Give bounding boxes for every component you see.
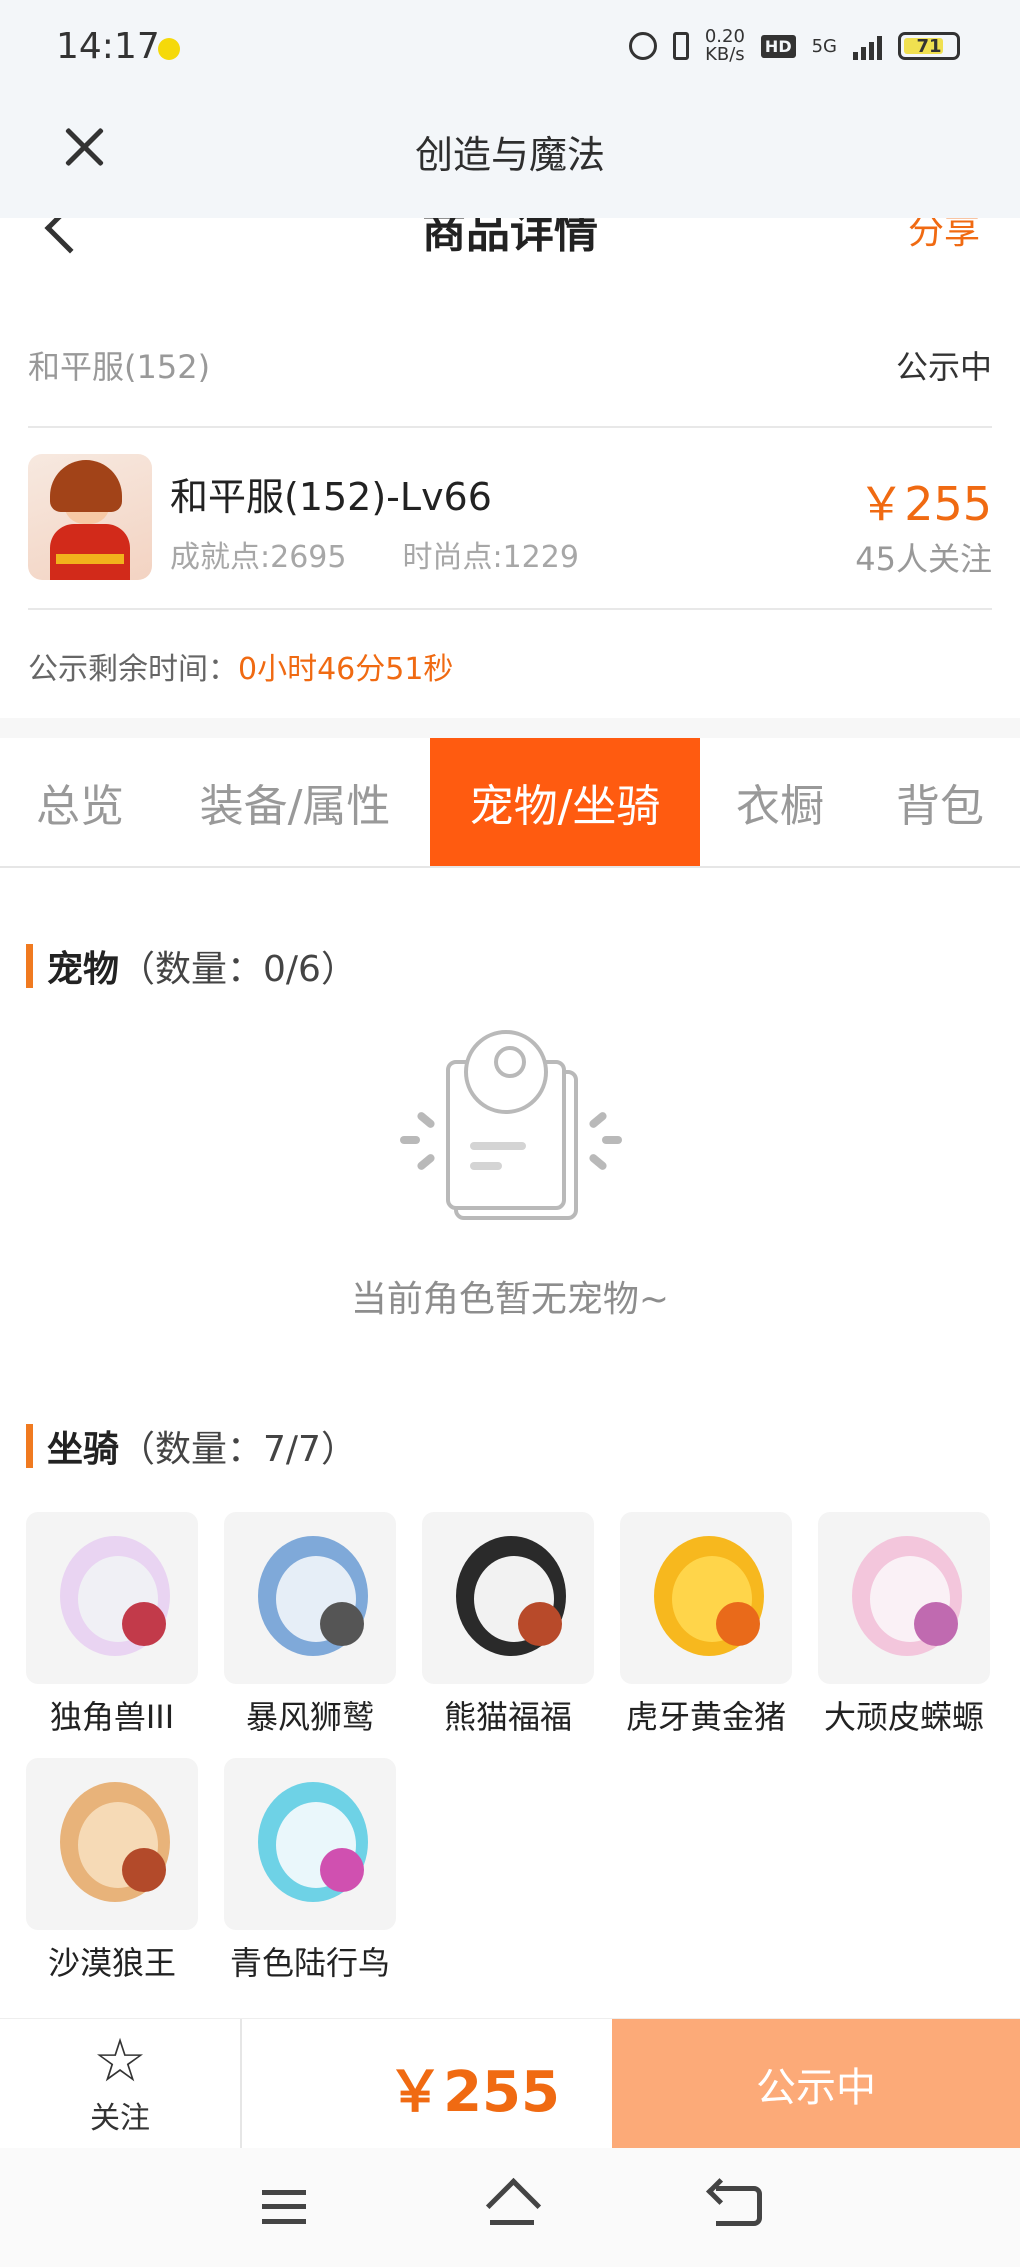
empty-profile-card-icon bbox=[400, 1030, 622, 1220]
item-card[interactable]: 和平服(152)-Lv66 成就点:2695 时尚点:1229 ￥255 45人… bbox=[28, 452, 992, 582]
mount-name: 沙漠狼王 bbox=[47, 1944, 176, 1982]
countdown-label: 公示剩余时间： bbox=[28, 652, 238, 687]
page-header: 商品详情 分享 bbox=[0, 218, 1020, 268]
network-speed: 0.20 KB/s bbox=[705, 28, 745, 64]
status-button[interactable]: 公示中 bbox=[612, 2019, 1020, 2149]
tab-backpack[interactable]: 背包 bbox=[860, 738, 1020, 866]
mount-name: 大顽皮蝾螈 bbox=[823, 1698, 984, 1736]
mount-item[interactable]: 沙漠狼王 bbox=[26, 1758, 198, 1984]
tab-pets-mounts[interactable]: 宠物/坐骑 bbox=[430, 738, 700, 866]
countdown-value: 0小时46分51秒 bbox=[238, 652, 454, 687]
tab-overview[interactable]: 总览 bbox=[0, 738, 160, 866]
mount-name: 青色陆行鸟 bbox=[229, 1944, 390, 1982]
item-price: ￥255 bbox=[858, 477, 992, 531]
mounts-count: （数量：7/7） bbox=[119, 1429, 357, 1470]
mount-image bbox=[818, 1512, 990, 1684]
divider bbox=[28, 608, 992, 610]
hd-badge: HD bbox=[760, 34, 796, 58]
mount-item[interactable]: 熊猫福福 bbox=[422, 1512, 594, 1738]
status-bar: 14:17 0.20 KB/s HD 5G 71 bbox=[0, 0, 1020, 100]
section-marker bbox=[26, 1424, 33, 1468]
action-bar: ☆ 关注 ￥255 公示中 bbox=[0, 2018, 1020, 2149]
mount-item[interactable]: 虎牙黄金猪 bbox=[620, 1512, 792, 1738]
share-button[interactable]: 分享 bbox=[908, 218, 980, 254]
status-icons: 0.20 KB/s HD 5G 71 bbox=[628, 28, 960, 64]
mount-image bbox=[224, 1512, 396, 1684]
character-avatar bbox=[28, 454, 152, 580]
back-icon[interactable] bbox=[716, 2186, 762, 2226]
mount-grid: 独角兽III 暴风狮鹫 熊猫福福 虎牙黄金猪 大顽皮蝾螈沙漠狼王 青色陆行鸟 bbox=[26, 1512, 1001, 1984]
tab-bar: 总览 装备/属性 宠物/坐骑 衣橱 背包 bbox=[0, 738, 1020, 868]
star-icon: ☆ bbox=[93, 2026, 147, 2096]
status-time: 14:17 bbox=[56, 26, 160, 67]
section-marker bbox=[26, 944, 33, 988]
mount-name: 熊猫福福 bbox=[443, 1698, 572, 1736]
mount-name: 虎牙黄金猪 bbox=[625, 1698, 786, 1736]
notification-dot-icon bbox=[158, 38, 180, 60]
menu-icon[interactable] bbox=[262, 2190, 306, 2224]
pets-title: 宠物 bbox=[47, 949, 120, 990]
item-title: 和平服(152)-Lv66 bbox=[170, 475, 492, 519]
pets-heading: 宠物 （数量：0/6） bbox=[26, 940, 357, 992]
mount-item[interactable]: 暴风狮鹫 bbox=[224, 1512, 396, 1738]
mount-image bbox=[26, 1512, 198, 1684]
divider bbox=[28, 426, 992, 428]
webview-title: 创造与魔法 bbox=[414, 133, 605, 177]
alarm-icon bbox=[628, 32, 657, 60]
network-speed-unit: KB/s bbox=[705, 44, 745, 65]
follow-label: 关注 bbox=[90, 2101, 150, 2136]
mounts-title: 坐骑 bbox=[47, 1429, 120, 1470]
mount-name: 独角兽III bbox=[49, 1698, 175, 1736]
fashion-points: 时尚点:1229 bbox=[402, 540, 579, 575]
home-icon[interactable] bbox=[486, 2180, 538, 2228]
mount-image bbox=[224, 1758, 396, 1930]
tab-equipment[interactable]: 装备/属性 bbox=[160, 738, 430, 866]
server-name: 和平服(152) bbox=[28, 348, 211, 386]
section-gap bbox=[0, 718, 1020, 738]
battery-level: 71 bbox=[916, 35, 942, 57]
mount-image bbox=[620, 1512, 792, 1684]
follow-button[interactable]: ☆ 关注 bbox=[0, 2019, 242, 2149]
mount-image bbox=[26, 1758, 198, 1930]
listing-status: 公示中 bbox=[895, 348, 992, 386]
battery-icon: 71 bbox=[898, 32, 960, 60]
achievement-points: 成就点:2695 bbox=[170, 540, 347, 575]
network-type: 5G bbox=[811, 35, 837, 57]
mount-item[interactable]: 大顽皮蝾螈 bbox=[818, 1512, 990, 1738]
countdown: 公示剩余时间：0小时46分51秒 bbox=[28, 644, 453, 688]
pets-count: （数量：0/6） bbox=[119, 949, 357, 990]
mount-name: 暴风狮鹫 bbox=[245, 1698, 374, 1736]
mounts-heading: 坐骑 （数量：7/7） bbox=[26, 1420, 357, 1472]
server-row: 和平服(152) 公示中 bbox=[28, 330, 992, 400]
vibrate-icon bbox=[672, 32, 689, 60]
mount-item[interactable]: 青色陆行鸟 bbox=[224, 1758, 396, 1984]
tab-wardrobe[interactable]: 衣橱 bbox=[700, 738, 860, 866]
system-nav-bar bbox=[0, 2148, 1020, 2267]
page-title: 商品详情 bbox=[422, 218, 598, 258]
follower-count: 45人关注 bbox=[855, 540, 992, 578]
mount-item[interactable]: 独角兽III bbox=[26, 1512, 198, 1738]
signal-icon bbox=[853, 32, 882, 60]
bottom-price: ￥255 bbox=[387, 2060, 560, 2125]
empty-pets-message: 当前角色暂无宠物~ bbox=[350, 1279, 670, 1320]
mount-image bbox=[422, 1512, 594, 1684]
item-meta: 成就点:2695 时尚点:1229 bbox=[170, 532, 579, 576]
